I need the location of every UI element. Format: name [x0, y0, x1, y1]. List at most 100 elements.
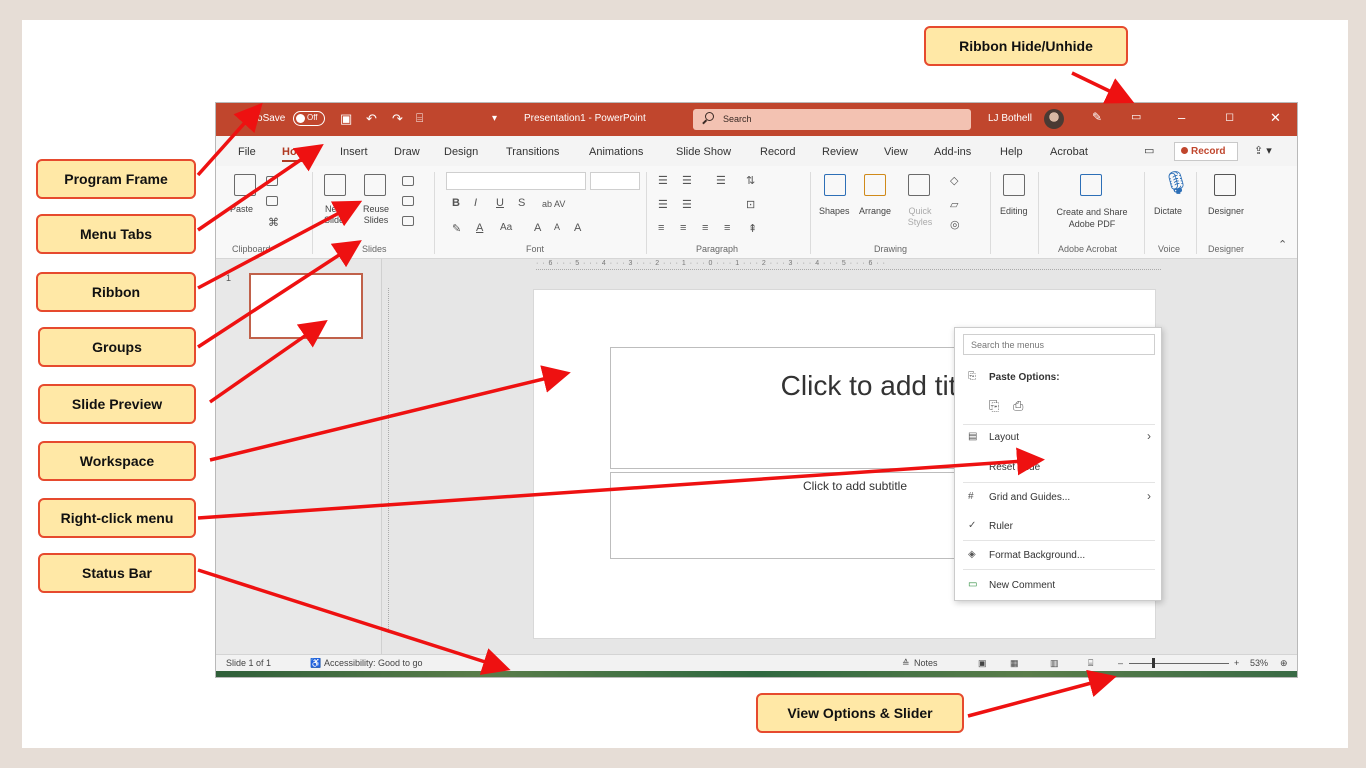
comment-icon[interactable]: ▭: [1144, 144, 1154, 157]
user-avatar[interactable]: [1044, 109, 1064, 129]
microphone-icon[interactable]: 🎙: [1162, 170, 1190, 196]
numbering-icon[interactable]: ☰: [682, 174, 692, 187]
zoom-level[interactable]: 53%: [1250, 658, 1268, 668]
reset-icon[interactable]: [402, 196, 414, 206]
close-icon[interactable]: ✕: [1270, 110, 1281, 126]
tab-add-ins[interactable]: Add-ins: [934, 146, 971, 158]
copy-icon[interactable]: [266, 196, 278, 206]
slideshow-icon[interactable]: ⌸: [1088, 658, 1093, 669]
pen-icon[interactable]: ✎: [1092, 110, 1102, 124]
font-size-input[interactable]: [590, 172, 640, 190]
quick-styles-icon[interactable]: [908, 174, 930, 196]
sort-icon[interactable]: ⇅: [746, 174, 755, 187]
change-case-icon[interactable]: Aa: [500, 222, 512, 233]
minimize-icon[interactable]: –: [1178, 110, 1185, 125]
zoom-slider-thumb[interactable]: [1152, 658, 1155, 668]
editing-search-icon[interactable]: [1003, 174, 1025, 196]
arrange-icon[interactable]: [864, 174, 886, 196]
zoom-out-icon[interactable]: –: [1118, 658, 1123, 668]
menu-item-layout[interactable]: Layout: [989, 432, 1019, 443]
menu-search-input[interactable]: Search the menus: [963, 334, 1155, 355]
accessibility-status[interactable]: Accessibility: Good to go: [324, 658, 423, 668]
undo-icon[interactable]: ↶: [366, 111, 377, 127]
autosave-toggle[interactable]: Off: [293, 111, 325, 126]
menu-item-reset-slide[interactable]: Reset Slide: [989, 462, 1040, 473]
paste-icon[interactable]: [234, 174, 256, 196]
cut-icon[interactable]: [266, 176, 278, 186]
save-icon[interactable]: ▣: [340, 111, 352, 127]
menu-item-ruler[interactable]: Ruler: [989, 521, 1013, 532]
shape-fill-icon[interactable]: ◇: [950, 174, 958, 187]
create-pdf-icon[interactable]: [1080, 174, 1102, 196]
present-icon[interactable]: ⌸: [416, 111, 423, 126]
tab-slide-show[interactable]: Slide Show: [676, 146, 731, 158]
tab-insert[interactable]: Insert: [340, 146, 368, 158]
search-box[interactable]: Search: [693, 109, 971, 130]
shape-effects-icon[interactable]: ◎: [950, 218, 960, 231]
justify-icon[interactable]: ≡: [724, 222, 730, 234]
designer-icon[interactable]: [1214, 174, 1236, 196]
zoom-in-icon[interactable]: +: [1234, 658, 1239, 668]
slide-sorter-icon[interactable]: ▦: [1010, 658, 1019, 669]
character-spacing-icon[interactable]: ab AV: [542, 199, 565, 209]
increase-indent-icon[interactable]: ☰: [682, 198, 692, 211]
tab-file[interactable]: File: [238, 146, 256, 158]
slide-thumbnail[interactable]: [249, 273, 363, 339]
paste-keep-format-icon[interactable]: ⎘: [989, 398, 999, 414]
record-button[interactable]: Record: [1174, 142, 1238, 161]
text-direction-icon[interactable]: ⊡: [746, 198, 755, 211]
share-icon[interactable]: ⇪ ▾: [1254, 144, 1272, 157]
menu-item-grid-guides[interactable]: Grid and Guides...: [989, 492, 1070, 503]
decrease-indent-icon[interactable]: ☰: [658, 198, 668, 211]
tab-view[interactable]: View: [884, 146, 908, 158]
paste-picture-icon[interactable]: ⎙: [1013, 398, 1023, 414]
tab-acrobat[interactable]: Acrobat: [1050, 146, 1088, 158]
tab-review[interactable]: Review: [822, 146, 858, 158]
accessibility-icon[interactable]: ♿: [310, 658, 321, 669]
menu-item-new-comment[interactable]: New Comment: [989, 580, 1055, 591]
redo-icon[interactable]: ↷: [392, 111, 403, 127]
underline-icon[interactable]: U: [496, 197, 504, 209]
align-left-icon[interactable]: ≡: [658, 222, 664, 234]
tab-help[interactable]: Help: [1000, 146, 1023, 158]
section-icon[interactable]: [402, 216, 414, 226]
qat-dropdown-icon[interactable]: ▾: [492, 113, 497, 124]
title-placeholder[interactable]: [610, 347, 1010, 469]
shape-outline-icon[interactable]: ▱: [950, 198, 958, 211]
format-painter-icon[interactable]: ⌘: [268, 216, 279, 229]
font-name-input[interactable]: [446, 172, 586, 190]
tab-record[interactable]: Record: [760, 146, 795, 158]
line-spacing-icon[interactable]: ☰: [716, 174, 726, 187]
tab-animations[interactable]: Animations: [589, 146, 643, 158]
notes-button[interactable]: Notes: [914, 658, 938, 668]
decrease-font-icon[interactable]: A: [554, 222, 560, 232]
increase-font-icon[interactable]: A: [534, 222, 541, 234]
menu-item-format-background[interactable]: Format Background...: [989, 550, 1085, 561]
shapes-icon[interactable]: [824, 174, 846, 196]
fit-to-window-icon[interactable]: ⊕: [1280, 658, 1288, 669]
zoom-slider[interactable]: [1129, 663, 1229, 664]
tab-home[interactable]: Home: [282, 146, 313, 162]
restore-icon[interactable]: ◻: [1225, 110, 1234, 123]
align-right-icon[interactable]: ≡: [702, 222, 708, 234]
font-color-icon[interactable]: A: [476, 222, 483, 234]
tab-design[interactable]: Design: [444, 146, 478, 158]
clear-formatting-icon[interactable]: A: [574, 222, 581, 234]
align-center-icon[interactable]: ≡: [680, 222, 686, 234]
collapse-ribbon-icon[interactable]: ⌃: [1278, 238, 1287, 251]
subtitle-placeholder[interactable]: Click to add subtitle: [610, 472, 1010, 559]
strikethrough-icon[interactable]: S: [518, 197, 525, 209]
italic-icon[interactable]: I: [474, 197, 477, 209]
highlight-icon[interactable]: ✎: [452, 222, 461, 235]
tab-transitions[interactable]: Transitions: [506, 146, 559, 158]
normal-view-icon[interactable]: ▣: [978, 658, 987, 669]
bullets-icon[interactable]: ☰: [658, 174, 668, 187]
align-text-icon[interactable]: ⇞: [748, 222, 757, 235]
ribbon-display-icon[interactable]: ▭: [1131, 110, 1141, 123]
layout-icon[interactable]: [402, 176, 414, 186]
new-slide-icon[interactable]: [324, 174, 346, 196]
user-name[interactable]: LJ Bothell: [988, 113, 1032, 124]
tab-draw[interactable]: Draw: [394, 146, 420, 158]
reuse-slides-icon[interactable]: [364, 174, 386, 196]
reading-view-icon[interactable]: ▥: [1050, 658, 1059, 669]
